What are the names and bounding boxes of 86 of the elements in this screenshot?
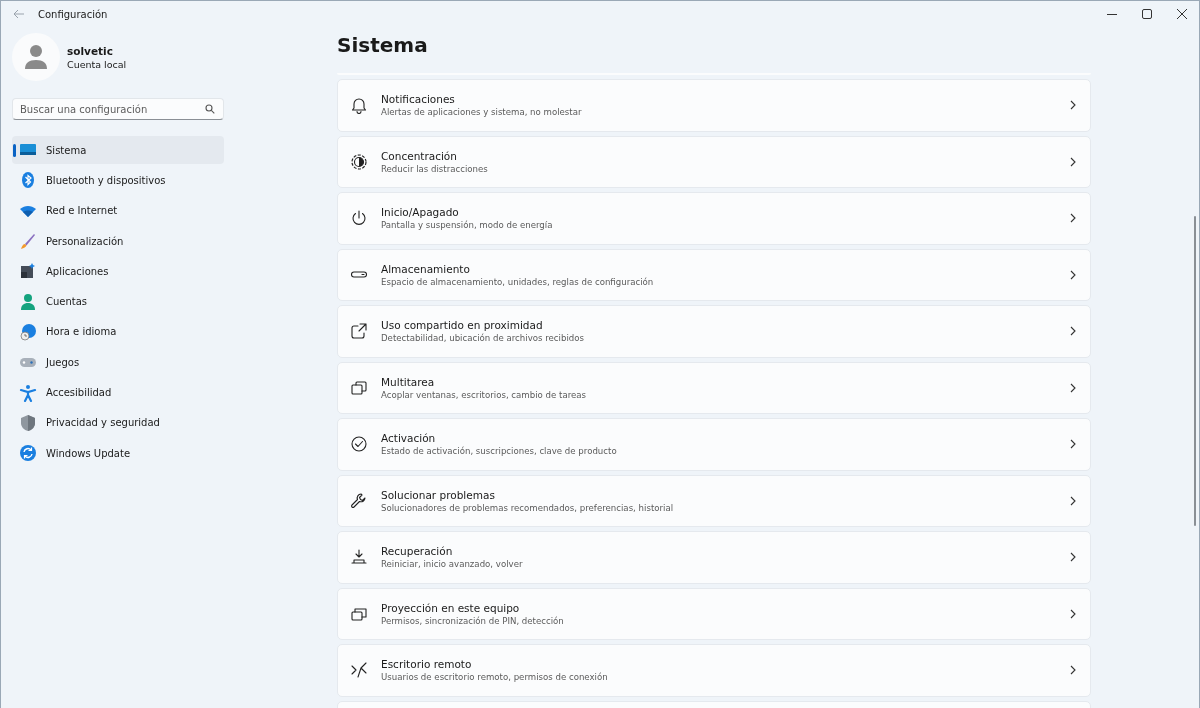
wrench-icon <box>350 491 368 510</box>
check-circle-icon <box>350 435 368 454</box>
settings-row[interactable]: Solucionar problemas Solucionadores de problemas recomendados, preferencias, historial <box>337 474 1091 527</box>
row-title: Recuperación <box>381 545 454 558</box>
focus-icon <box>350 152 368 171</box>
settings-row[interactable]: Multitarea Acoplar ventanas, escritorios, cambio de tareas <box>337 361 1091 414</box>
row-title: Uso compartido en proximidad <box>381 319 544 332</box>
power-icon <box>350 209 368 228</box>
row-description: Alertas de aplicaciones y sistema, no molestar <box>381 107 583 118</box>
row-title: Inicio/Apagado <box>381 206 460 219</box>
sidebar-item[interactable]: Hora e idioma <box>12 317 224 347</box>
settings-row[interactable]: Inicio/Apagado Pantalla y suspensión, modo de energía <box>337 192 1091 245</box>
row-title: Concentración <box>381 149 458 162</box>
row-title: Multitarea <box>381 375 436 388</box>
settings-row[interactable]: Concentración Reducir las distracciones <box>337 135 1091 188</box>
row-title: Escritorio remoto <box>381 658 473 671</box>
row-description: Reiniciar, inicio avanzado, volver <box>381 559 524 570</box>
close-icon <box>1176 9 1187 19</box>
user-name: solvetic <box>67 44 114 57</box>
sidebar-item[interactable]: Juegos <box>12 348 224 377</box>
accessibility-icon <box>19 383 37 402</box>
chevron-right-icon <box>1070 382 1076 393</box>
chevron-right-icon <box>1070 439 1076 450</box>
settings-row[interactable]: Recuperación Reiniciar, inicio avanzado, volver <box>337 531 1091 584</box>
window-title: Configuración <box>38 8 108 20</box>
bell-icon <box>350 96 368 115</box>
apps-icon <box>19 262 37 281</box>
bluetooth-icon <box>19 171 37 190</box>
search-field[interactable]: Buscar una configuración <box>12 98 224 120</box>
sidebar-item[interactable]: Red e Internet <box>12 196 224 225</box>
person-icon <box>19 292 37 311</box>
chevron-right-icon <box>1070 156 1076 167</box>
row-title: Solucionar problemas <box>381 488 496 501</box>
chevron-right-icon <box>1070 100 1076 111</box>
sidebar-item[interactable]: Privacidad y seguridad <box>12 408 224 437</box>
recovery-icon <box>350 548 368 567</box>
sidebar-item[interactable]: Aplicaciones <box>12 257 224 286</box>
sidebar-item[interactable]: Cuentas <box>12 287 224 316</box>
shield-icon <box>19 413 37 432</box>
sidebar-item[interactable]: Accesibilidad <box>12 378 224 407</box>
settings-row[interactable]: Almacenamiento Espacio de almacenamiento, unidades, reglas de configuración <box>337 248 1091 301</box>
account-type: Cuenta local <box>67 58 127 70</box>
row-title: Proyección en este equipo <box>381 601 521 614</box>
settings-row[interactable]: Activación Estado de activación, suscripciones, clave de producto <box>337 418 1091 471</box>
row-description: Pantalla y suspensión, modo de energía <box>381 220 554 231</box>
row-description: Reducir las distracciones <box>381 163 489 174</box>
row-description: Detectabilidad, ubicación de archivos recibidos <box>381 333 585 344</box>
row-description: Estado de activación, suscripciones, clave de producto <box>381 446 618 457</box>
chevron-right-icon <box>1070 608 1076 619</box>
chevron-right-icon <box>1070 552 1076 563</box>
sidebar-item[interactable]: Bluetooth y dispositivos <box>12 166 224 195</box>
settings-row[interactable]: Notificaciones Alertas de aplicaciones y sistema, no molestar <box>337 79 1091 132</box>
minimize-icon <box>1106 13 1117 15</box>
drive-icon <box>350 271 368 279</box>
row-description: Usuarios de escritorio remoto, permisos de conexión <box>381 672 609 683</box>
sync-icon <box>19 444 37 463</box>
chevron-right-icon <box>1070 495 1076 506</box>
brush-icon <box>19 232 37 251</box>
row-description: Acoplar ventanas, escritorios, cambio de tareas <box>381 389 588 400</box>
row-title: Notificaciones <box>381 93 456 106</box>
search-icon <box>205 104 215 114</box>
sidebar-item[interactable]: Personalización <box>12 226 224 256</box>
row-title: Almacenamiento <box>381 262 471 275</box>
chevron-right-icon <box>1070 269 1076 280</box>
globe-clock-icon <box>19 322 37 341</box>
settings-row[interactable]: Proyección en este equipo Permisos, sincronización de PIN, detección <box>337 587 1091 640</box>
remote-desktop-icon <box>350 661 368 680</box>
chevron-right-icon <box>1070 326 1076 337</box>
maximize-icon <box>1141 9 1152 19</box>
row-description: Solucionadores de problemas recomendados, preferencias, historial <box>381 502 675 513</box>
avatar[interactable] <box>12 33 60 81</box>
sidebar-item[interactable]: Sistema <box>12 136 224 165</box>
chevron-right-icon <box>1070 665 1076 676</box>
settings-row[interactable]: Uso compartido en proximidad Detectabilidad, ubicación de archivos recibidos <box>337 305 1091 358</box>
row-title: Activación <box>381 432 437 445</box>
share-icon <box>350 322 368 341</box>
settings-row[interactable]: Escritorio remoto Usuarios de escritorio remoto, permisos de conexión <box>337 644 1091 697</box>
windows-icon <box>350 378 368 397</box>
row-description: Permisos, sincronización de PIN, detección <box>381 615 565 626</box>
chevron-right-icon <box>1070 213 1076 224</box>
selection-indicator <box>13 144 16 157</box>
sidebar-item[interactable]: Windows Update <box>12 438 224 468</box>
scrollbar-thumb[interactable] <box>1194 216 1196 526</box>
row-description: Espacio de almacenamiento, unidades, reglas de configuración <box>381 276 655 287</box>
back-arrow-icon[interactable] <box>13 9 25 19</box>
page-title: Sistema <box>337 33 429 59</box>
